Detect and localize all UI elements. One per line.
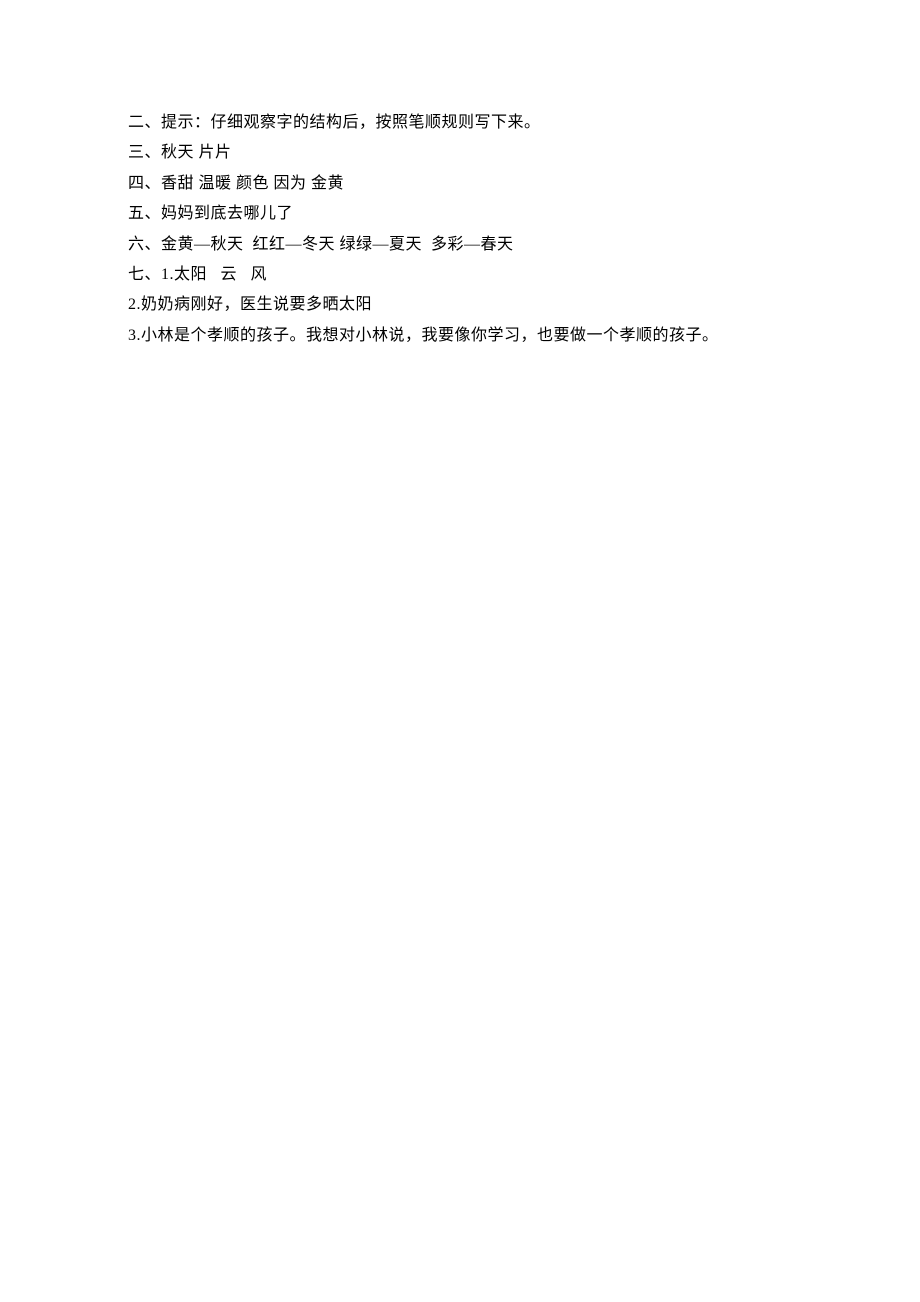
answer-line-7-3: 3.小林是个孝顺的孩子。我想对小林说，我要像你学习，也要做一个孝顺的孩子。 (128, 321, 792, 351)
answer-line-7-2: 2.奶奶病刚好，医生说要多晒太阳 (128, 290, 792, 320)
answer-line-7-1: 七、1.太阳 云 风 (128, 260, 792, 290)
document-content: 二、提示：仔细观察字的结构后，按照笔顺规则写下来。 三、秋天 片片 四、香甜 温… (0, 0, 920, 351)
answer-line-2: 二、提示：仔细观察字的结构后，按照笔顺规则写下来。 (128, 108, 792, 138)
answer-line-5: 五、妈妈到底去哪儿了 (128, 199, 792, 229)
answer-line-4: 四、香甜 温暖 颜色 因为 金黄 (128, 169, 792, 199)
answer-line-3: 三、秋天 片片 (128, 138, 792, 168)
answer-line-6: 六、金黄—秋天 红红—冬天 绿绿—夏天 多彩—春天 (128, 230, 792, 260)
